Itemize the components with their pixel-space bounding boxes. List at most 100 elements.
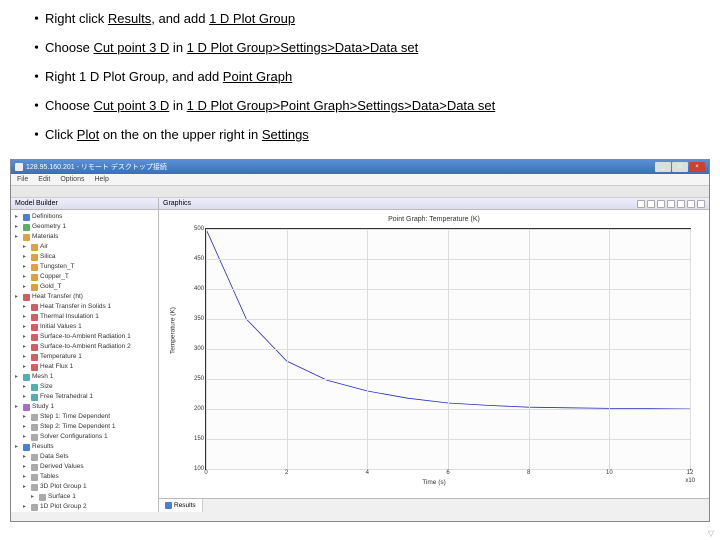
tree-item[interactable]: ▸Temperature 1 bbox=[13, 352, 156, 362]
x-tick: 6 bbox=[446, 469, 449, 476]
tree-item[interactable]: ▸Mesh 1 bbox=[13, 372, 156, 382]
tree-item[interactable]: ▸Tables bbox=[13, 472, 156, 482]
bottom-panel: Results bbox=[159, 498, 709, 512]
tree-item[interactable]: ▸Initial Values 1 bbox=[13, 322, 156, 332]
tree-item[interactable]: ▸3D Plot Group 1 bbox=[13, 482, 156, 492]
tree-icon bbox=[31, 334, 38, 341]
tree-item[interactable]: ▸Solver Configurations 1 bbox=[13, 432, 156, 442]
graphics-toolbar bbox=[637, 200, 705, 208]
tree-item[interactable]: ▸Heat Transfer in Solids 1 bbox=[13, 302, 156, 312]
tree-label: Data Sets bbox=[40, 452, 69, 462]
instructions-block: ・Right click Results, and add 1 D Plot G… bbox=[0, 0, 720, 159]
minimize-button[interactable]: _ bbox=[655, 162, 671, 172]
y-tick: 300 bbox=[194, 346, 206, 352]
tree-label: Heat Flux 1 bbox=[40, 362, 73, 372]
menu-help[interactable]: Help bbox=[94, 176, 108, 183]
tree-icon bbox=[31, 364, 38, 371]
tree-item[interactable]: ▸Derived Values bbox=[13, 462, 156, 472]
tree-item[interactable]: ▸Surface-to-Ambient Radiation 2 bbox=[13, 342, 156, 352]
tree-label: 1D Plot Group 2 bbox=[40, 502, 87, 512]
tree-icon bbox=[31, 474, 38, 481]
tree-item[interactable]: ▸Results bbox=[13, 442, 156, 452]
tree-label: Surface 1 bbox=[48, 492, 76, 502]
tree-item[interactable]: ▸Size bbox=[13, 382, 156, 392]
toolbar bbox=[11, 186, 709, 198]
tree-label: Materials bbox=[32, 232, 58, 242]
model-tree[interactable]: ▸Definitions▸Geometry 1▸Materials▸Air▸Si… bbox=[11, 210, 158, 512]
graphics-panel: Graphics Point Graph: Temperature (K) Te… bbox=[159, 198, 709, 512]
menu-file[interactable]: File bbox=[17, 176, 28, 183]
tree-item[interactable]: ▸Surface 1 bbox=[13, 492, 156, 502]
zoom-in-icon[interactable] bbox=[637, 200, 645, 208]
tree-item[interactable]: ▸Materials bbox=[13, 232, 156, 242]
titlebar: 128.95.160.201 - リモート デスクトップ接続 _ □ × bbox=[11, 160, 709, 174]
print-icon[interactable] bbox=[687, 200, 695, 208]
y-axis-label: Temperature (K) bbox=[170, 307, 177, 354]
slide-corner: ▽ bbox=[708, 529, 714, 538]
chart-box: 100150200250300350400450500024681012 bbox=[205, 228, 691, 470]
x-tick: 4 bbox=[366, 469, 369, 476]
tree-icon bbox=[23, 404, 30, 411]
x-tick: 2 bbox=[285, 469, 288, 476]
view-grid-icon[interactable] bbox=[677, 200, 685, 208]
tree-label: Geometry 1 bbox=[32, 222, 66, 232]
tree-item[interactable]: ▸Surface-to-Ambient Radiation 1 bbox=[13, 332, 156, 342]
tree-icon bbox=[23, 224, 30, 231]
tree-icon bbox=[31, 384, 38, 391]
tree-item[interactable]: ▸Silica bbox=[13, 252, 156, 262]
tree-icon bbox=[23, 294, 30, 301]
tree-icon bbox=[31, 464, 38, 471]
x-exponent: x10 bbox=[685, 478, 695, 484]
tree-label: Step 2: Time Dependent 1 bbox=[40, 422, 116, 432]
export-icon[interactable] bbox=[697, 200, 705, 208]
tree-item[interactable]: ▸Air bbox=[13, 242, 156, 252]
tree-item[interactable]: ▸Study 1 bbox=[13, 402, 156, 412]
tree-icon bbox=[31, 354, 38, 361]
maximize-button[interactable]: □ bbox=[672, 162, 688, 172]
tree-label: Step 1: Time Dependent bbox=[40, 412, 110, 422]
tree-item[interactable]: ▸Free Tetrahedral 1 bbox=[13, 392, 156, 402]
tree-icon bbox=[31, 414, 38, 421]
y-tick: 200 bbox=[194, 406, 206, 412]
close-button[interactable]: × bbox=[689, 162, 705, 172]
zoom-out-icon[interactable] bbox=[647, 200, 655, 208]
tree-item[interactable]: ▸1D Plot Group 2 bbox=[13, 502, 156, 512]
instruction-5: ・Click Plot on the on the upper right in… bbox=[30, 124, 690, 143]
zoom-extents-icon[interactable] bbox=[657, 200, 665, 208]
tree-label: Thermal Insulation 1 bbox=[40, 312, 99, 322]
tree-item[interactable]: ▸Tungsten_T bbox=[13, 262, 156, 272]
tree-item[interactable]: ▸Copper_T bbox=[13, 272, 156, 282]
view-xy-icon[interactable] bbox=[667, 200, 675, 208]
tree-icon bbox=[31, 394, 38, 401]
instruction-2: ・Choose Cut point 3 D in 1 D Plot Group>… bbox=[30, 37, 690, 56]
menu-edit[interactable]: Edit bbox=[38, 176, 50, 183]
tree-item[interactable]: ▸Heat Transfer (ht) bbox=[13, 292, 156, 302]
tree-item[interactable]: ▸Gold_T bbox=[13, 282, 156, 292]
x-tick: 0 bbox=[204, 469, 207, 476]
tree-item[interactable]: ▸Heat Flux 1 bbox=[13, 362, 156, 372]
tree-label: Results bbox=[32, 442, 54, 452]
tree-icon bbox=[31, 314, 38, 321]
tree-item[interactable]: ▸Thermal Insulation 1 bbox=[13, 312, 156, 322]
tree-icon bbox=[31, 304, 38, 311]
results-tab[interactable]: Results bbox=[159, 499, 203, 512]
graphics-title: Graphics bbox=[163, 200, 191, 207]
tree-label: Tables bbox=[40, 472, 59, 482]
tree-label: Size bbox=[40, 382, 53, 392]
tree-icon bbox=[23, 444, 30, 451]
y-tick: 250 bbox=[194, 376, 206, 382]
tree-item[interactable]: ▸Step 1: Time Dependent bbox=[13, 412, 156, 422]
menu-options[interactable]: Options bbox=[60, 176, 84, 183]
tree-label: Air bbox=[40, 242, 48, 252]
x-tick: 10 bbox=[606, 469, 613, 476]
instruction-4: ・Choose Cut point 3 D in 1 D Plot Group>… bbox=[30, 95, 690, 114]
instruction-3: ・Right 1 D Plot Group, and add Point Gra… bbox=[30, 66, 690, 85]
tree-item[interactable]: ▸Data Sets bbox=[13, 452, 156, 462]
tree-label: Heat Transfer (ht) bbox=[32, 292, 83, 302]
tree-item[interactable]: ▸Definitions bbox=[13, 212, 156, 222]
tree-icon bbox=[31, 344, 38, 351]
tree-item[interactable]: ▸Geometry 1 bbox=[13, 222, 156, 232]
tree-item[interactable]: ▸Step 2: Time Dependent 1 bbox=[13, 422, 156, 432]
x-tick: 8 bbox=[527, 469, 530, 476]
tree-icon bbox=[39, 494, 46, 501]
